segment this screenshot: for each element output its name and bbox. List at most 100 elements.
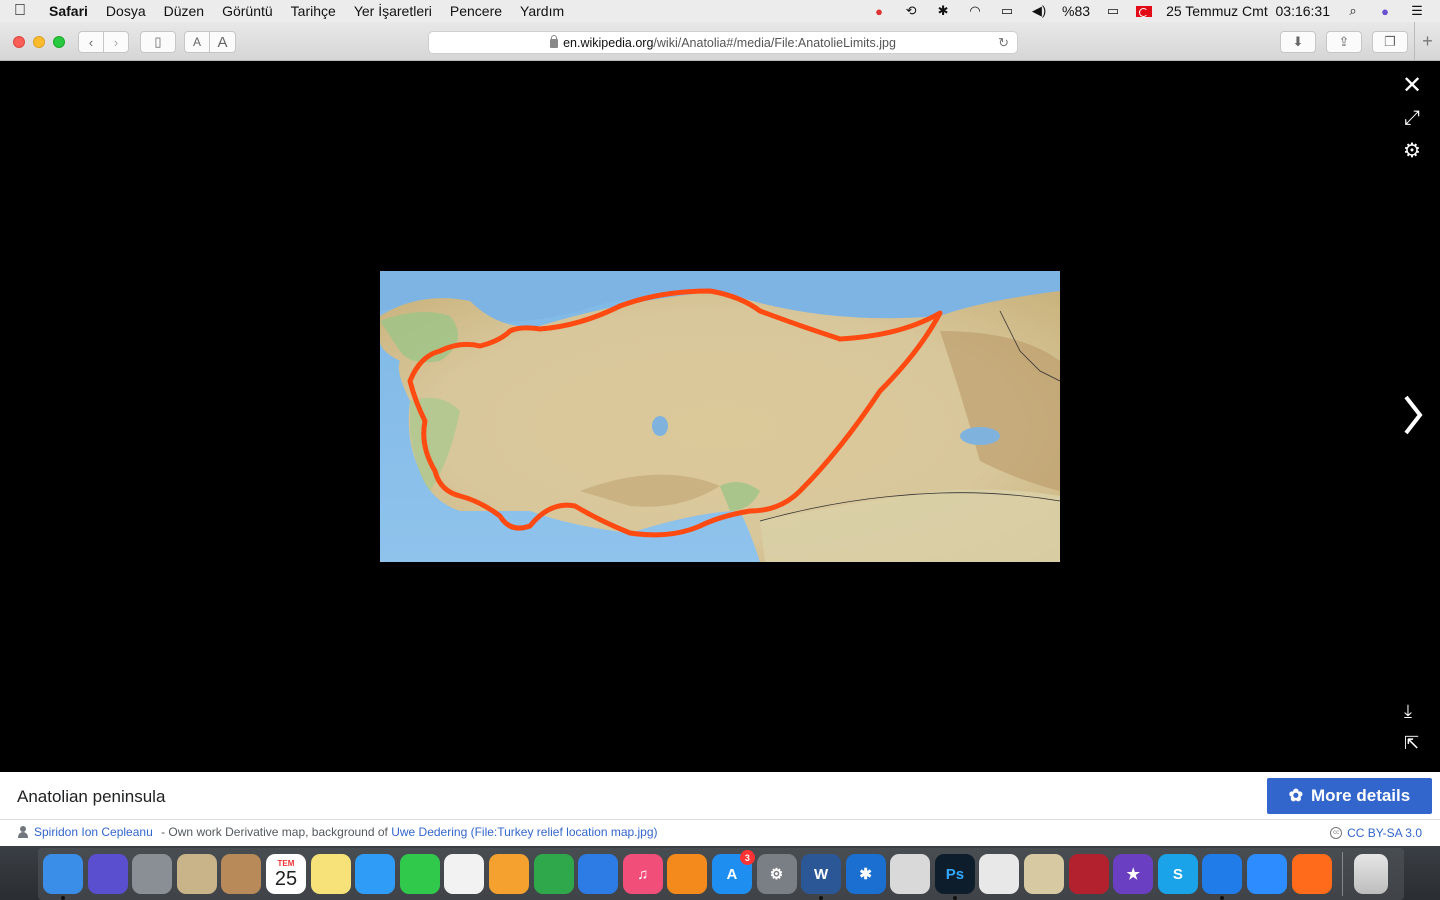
menu-file[interactable]: Dosya	[97, 3, 155, 19]
close-viewer-icon[interactable]: ✕	[1402, 74, 1422, 98]
fullscreen-expand-icon[interactable]: ⤢	[1404, 107, 1420, 130]
lake-tuz	[652, 416, 668, 436]
dock-word-icon[interactable]: W	[801, 854, 842, 900]
running-indicator	[952, 896, 957, 900]
menu-edit[interactable]: Düzen	[155, 3, 213, 19]
author-icon	[17, 826, 29, 838]
wifi-icon[interactable]: ◠	[966, 3, 984, 18]
source-link[interactable]: Uwe Dedering (File:Turkey relief locatio…	[391, 825, 657, 839]
share-external-icon[interactable]: ⇱	[1404, 733, 1419, 754]
menu-view[interactable]: Görüntü	[213, 3, 282, 19]
battery-percent[interactable]: %83	[1062, 3, 1090, 19]
dock-imovie-icon[interactable]: ★	[1113, 854, 1154, 894]
dock-photoshop-icon[interactable]: Ps	[934, 854, 975, 900]
menu-help[interactable]: Yardım	[511, 3, 573, 19]
tab-overview-button[interactable]: ❐	[1372, 31, 1408, 53]
credit-description: - Own work Derivative map, background of	[157, 825, 392, 839]
media-viewer: ✕ ⤢ ⚙ ⤓ ⇱	[0, 61, 1440, 772]
dock-keynote-icon[interactable]	[578, 854, 619, 894]
sidebar-toggle-button[interactable]: ▯	[140, 31, 176, 53]
dock-firefox-icon[interactable]	[1291, 854, 1332, 894]
dock-facetime-icon[interactable]	[399, 854, 440, 894]
dock-label: ★	[1126, 866, 1140, 883]
spotlight-search-icon[interactable]: ⌕	[1344, 3, 1362, 18]
bluetooth-icon[interactable]: ✱	[934, 3, 952, 18]
tabs-icon: ❐	[1384, 34, 1396, 49]
dock-label: ⚙	[769, 866, 784, 883]
menu-bookmarks[interactable]: Yer İşaretleri	[345, 3, 441, 19]
forward-button[interactable]: ›	[103, 31, 129, 53]
dock-launchpad-icon[interactable]	[132, 854, 173, 894]
notification-center-icon[interactable]: ☰	[1408, 3, 1426, 18]
dock-books-icon[interactable]	[667, 854, 708, 894]
author-link[interactable]: Spiridon Ion Cepleanu	[34, 825, 153, 839]
creative-cloud-icon[interactable]: ●	[870, 4, 888, 19]
battery-icon[interactable]: ▭	[1104, 3, 1122, 18]
dock-photo-booth-icon[interactable]	[1068, 854, 1109, 894]
dock-siri-icon[interactable]	[87, 854, 128, 894]
running-indicator	[1220, 896, 1225, 900]
menu-history[interactable]: Tarihçe	[282, 3, 345, 19]
dock-label: S	[1172, 865, 1183, 883]
font-smaller-button[interactable]: A	[184, 31, 210, 53]
dock-label: W	[814, 865, 829, 883]
time-machine-icon[interactable]: ⟲	[902, 3, 920, 18]
new-tab-button[interactable]: +	[1414, 22, 1440, 61]
menu-app-name[interactable]: Safari	[40, 3, 97, 19]
chevron-left-icon: ‹	[88, 34, 94, 50]
credit-bar: Spiridon Ion Cepleanu - Own work Derivat…	[0, 820, 1440, 846]
dock-messages-icon[interactable]	[355, 854, 396, 894]
url-host: en.wikipedia.org	[563, 35, 654, 50]
running-indicator	[61, 896, 65, 900]
dock-appstore-icon[interactable]: A3	[711, 850, 755, 894]
dock-bluetooth-icon[interactable]: ✱	[845, 854, 886, 894]
fullscreen-window-button[interactable]	[53, 36, 65, 48]
share-button[interactable]: ⇪	[1326, 31, 1362, 53]
more-details-button[interactable]: ✿ More details	[1267, 778, 1432, 814]
dock-preview-icon[interactable]	[1024, 854, 1065, 894]
dock-contacts-icon[interactable]	[221, 854, 262, 894]
dock-separator	[1342, 852, 1344, 896]
dock-pages-icon[interactable]	[488, 854, 529, 894]
back-button[interactable]: ‹	[78, 31, 104, 53]
dock-system-preferences-icon[interactable]: ⚙	[756, 854, 797, 894]
download-icon[interactable]: ⤓	[1404, 701, 1412, 722]
menu-window[interactable]: Pencere	[441, 3, 511, 19]
anatolia-map-image	[380, 271, 1060, 562]
dock-disk-utility-icon[interactable]	[979, 854, 1020, 894]
input-source-flag-icon[interactable]	[1136, 5, 1153, 17]
dock-skype-icon[interactable]: S	[1157, 854, 1198, 894]
dock-photos-icon[interactable]	[444, 854, 485, 894]
lake-van	[960, 427, 1000, 445]
license-link[interactable]: cc CC BY-SA 3.0	[1330, 826, 1422, 840]
volume-icon[interactable]: ◀)	[1030, 3, 1048, 18]
close-window-button[interactable]	[13, 36, 25, 48]
dock-items: TEM 25 ♫ A 3 ⚙ W ✱ Ps ★ S	[38, 848, 1404, 900]
font-larger-button[interactable]: A	[209, 31, 236, 53]
dock-scanner-icon[interactable]	[890, 854, 931, 894]
dock-itunes-icon[interactable]: ♫	[622, 854, 663, 894]
dock-finder-icon[interactable]	[43, 854, 83, 900]
dock-notes-icon[interactable]	[310, 854, 351, 894]
url-path: /wiki/Anatolia#/media/File:AnatolieLimit…	[653, 35, 896, 50]
dock-numbers-icon[interactable]	[533, 854, 574, 894]
address-bar[interactable]: en.wikipedia.org/wiki/Anatolia#/media/Fi…	[428, 31, 1018, 54]
dock-calendar-icon[interactable]: TEM 25	[265, 854, 306, 894]
clock-datetime[interactable]: 25 Temmuz Cmt 03:16:31	[1166, 3, 1330, 19]
next-image-button[interactable]	[1398, 391, 1428, 444]
minimize-window-button[interactable]	[33, 36, 45, 48]
plus-icon: +	[1422, 31, 1433, 51]
airplay-icon[interactable]: ▭	[998, 3, 1016, 18]
menu-bar:  Safari Dosya Düzen Görüntü Tarihçe Yer…	[0, 0, 1440, 22]
reload-icon[interactable]: ↻	[998, 35, 1009, 51]
downloads-button[interactable]: ⬇	[1280, 31, 1316, 53]
caption-bar: Anatolian peninsula ✿ More details	[0, 772, 1440, 820]
settings-gear-icon[interactable]: ⚙	[1403, 138, 1421, 163]
dock-safari-icon[interactable]	[1202, 854, 1243, 900]
dock-zoom-icon[interactable]	[1247, 854, 1288, 894]
dock-mail-icon[interactable]	[176, 854, 217, 894]
siri-icon[interactable]: ●	[1376, 4, 1394, 19]
dock-trash-icon[interactable]	[1353, 854, 1388, 894]
chevron-right-icon	[1404, 395, 1423, 435]
apple-menu-icon[interactable]: 	[0, 2, 40, 20]
